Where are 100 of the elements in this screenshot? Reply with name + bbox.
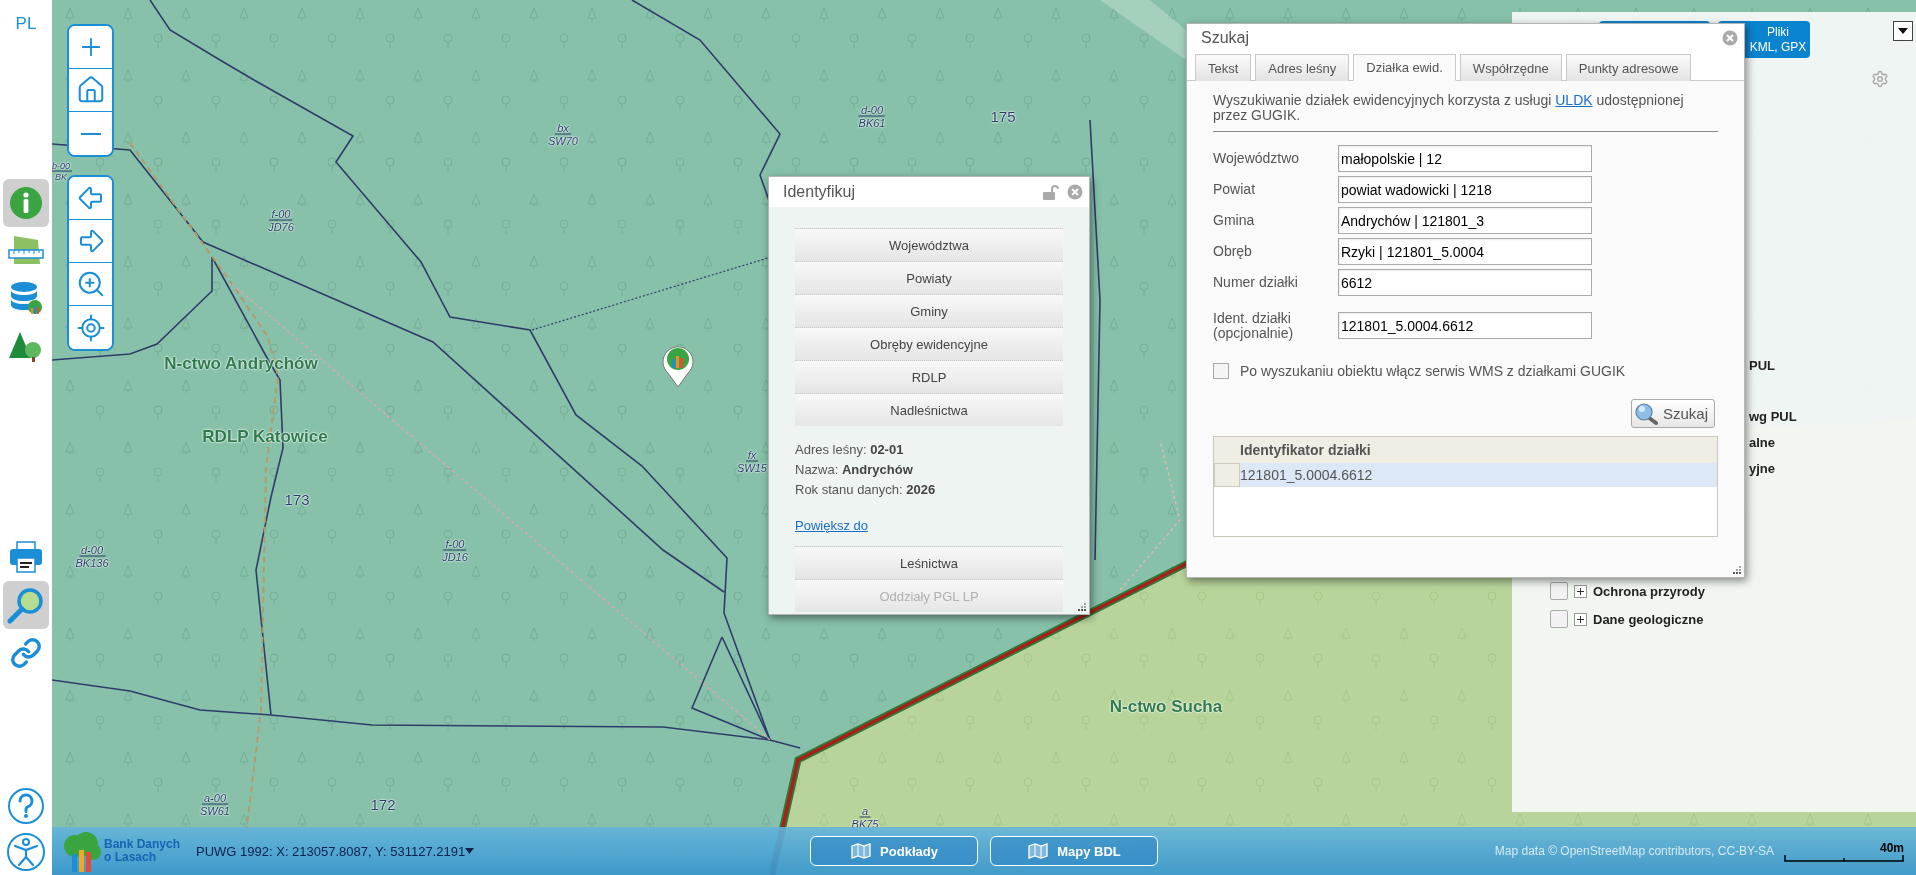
table-cell-text: 121801_5.0004.6612 (1240, 467, 1374, 483)
map-label: SW70 (548, 134, 578, 147)
map-label: a-00 (202, 791, 228, 805)
resize-grip-icon[interactable] (1077, 602, 1087, 612)
map-label: d-00 (859, 103, 885, 117)
map-label: SW15 (737, 461, 767, 474)
tool-button[interactable] (3, 581, 49, 629)
map-label: BK (55, 171, 67, 182)
search-tab[interactable]: Adres leśny (1255, 54, 1350, 81)
info-icon (9, 186, 43, 220)
layer-button[interactable]: Nadleśnictwa (795, 393, 1063, 426)
search-tab[interactable]: Punkty adresowe (1565, 54, 1692, 81)
back-button[interactable] (69, 177, 112, 220)
map-layers-icon (850, 842, 873, 860)
map-label: BK136 (75, 556, 109, 569)
map-label: JD76 (268, 220, 294, 233)
map-label: JD16 (442, 550, 468, 563)
field-label: Województwo (1213, 151, 1301, 166)
link-icon (10, 637, 42, 669)
layer-checkbox[interactable] (1550, 582, 1568, 600)
map-label: d-00 (79, 543, 105, 557)
map-label: BK75 (851, 817, 879, 830)
map-marker-icon[interactable] (661, 344, 695, 388)
close-icon[interactable] (1722, 30, 1738, 46)
search-button[interactable]: Szukaj (1630, 399, 1715, 428)
search-icon (1634, 402, 1659, 425)
field-label: Gmina (1213, 213, 1256, 228)
input-field[interactable]: powiat wadowicki | 1218 (1338, 176, 1592, 203)
search-tab[interactable]: Współrzędne (1459, 54, 1562, 81)
layer-button[interactable]: Województwa (795, 228, 1063, 261)
field-label: Obręb (1213, 244, 1253, 259)
area-label: N-ctwo Sucha (1109, 697, 1223, 717)
layer-button[interactable]: RDLP (795, 360, 1063, 393)
expand-icon[interactable] (1574, 612, 1587, 626)
crosshair-icon (75, 312, 106, 343)
window-title: Identyfikuj (783, 183, 857, 201)
zoom-to-link[interactable]: Powiększ do (795, 518, 868, 533)
result-row[interactable]: 121801_5.0004.6612 (1214, 463, 1717, 487)
intro-text: Wyszukiwanie działek ewidencyjnych korzysta z usługi ULDK udostępnionej przez GUGIK. (1213, 93, 1685, 123)
expand-icon[interactable] (1574, 584, 1587, 598)
layer-checkbox[interactable] (1550, 610, 1568, 628)
layer-name: wg PUL (1749, 408, 1797, 424)
logo-text: Bank Danych o Lasach (104, 838, 181, 864)
search-tab[interactable]: Działka ewid. (1353, 54, 1456, 81)
scale-bar-icon (1784, 854, 1904, 862)
help-icon (7, 787, 45, 825)
wms-checkbox[interactable] (1213, 363, 1229, 379)
attribute-text: Rok stanu danych: 2026 (795, 481, 937, 499)
map-layers-icon (1027, 842, 1050, 860)
accessibility-icon (6, 832, 46, 872)
zoom-in-button[interactable] (69, 26, 112, 69)
input-field[interactable]: 121801_5.0004.6612 (1338, 312, 1592, 339)
parcel-number: 172 (370, 795, 396, 813)
map-label: bx (555, 121, 571, 135)
map-label: a (859, 804, 871, 818)
minus-icon (80, 132, 101, 135)
search-icon (7, 586, 45, 624)
layer-button[interactable]: Leśnictwa (795, 546, 1063, 579)
attribute-text: Adres leśny: 02-01 (795, 441, 905, 459)
window-title: Szukaj (1201, 29, 1251, 47)
caret-icon[interactable] (465, 848, 475, 854)
tool-button[interactable] (3, 179, 49, 227)
column-header: Identyfikator działki (1240, 442, 1372, 458)
map-label: b-00 (52, 160, 72, 172)
map-label: SW61 (200, 804, 230, 817)
parcel-number: 173 (284, 490, 310, 508)
layer-button[interactable]: Gminy (795, 294, 1063, 327)
close-icon[interactable] (1067, 184, 1083, 200)
layer-button[interactable]: Obręby ewidencyjne (795, 327, 1063, 360)
layer-name: alne (1749, 434, 1775, 450)
input-field[interactable]: 6612 (1338, 269, 1592, 296)
map-label: BK61 (858, 116, 886, 129)
input-field[interactable]: małopolskie | 12 (1338, 145, 1592, 172)
printer-icon (9, 541, 43, 573)
unlock-icon[interactable] (1043, 184, 1059, 200)
uldk-link[interactable]: ULDK (1555, 92, 1593, 108)
field-label: Ident. działki (opcjonalnie) (1213, 310, 1295, 341)
search-tab[interactable]: Tekst (1195, 54, 1252, 81)
map-label: f-00 (269, 207, 293, 221)
scale-label: 40m (1879, 840, 1904, 855)
input-field[interactable]: Rzyki | 121801_5.0004 (1338, 238, 1592, 265)
input-field[interactable]: Andrychów | 121801_3 (1338, 207, 1592, 234)
language-link[interactable]: PL (15, 12, 37, 36)
coordinates-text: PUWG 1992: X: 213057.8087, Y: 531127.2191 (196, 843, 466, 859)
layer-button[interactable]: Powiaty (795, 261, 1063, 294)
database-icon (9, 281, 43, 317)
settings-icon[interactable] (1871, 70, 1889, 88)
field-label: Numer działki (1213, 275, 1299, 290)
checkbox-label: Po wyszukaniu obiektu włącz serwis WMS z działkami GUGIK (1240, 363, 1626, 379)
resize-grip-icon[interactable] (1732, 565, 1742, 575)
layer-name: yjne (1749, 460, 1775, 476)
layer-name: Dane geologiczne (1593, 611, 1704, 627)
attribute-text: Nazwa: Andrychów (795, 461, 914, 479)
dropdown-button[interactable] (1893, 21, 1913, 41)
layer-name: Ochrona przyrody (1593, 583, 1705, 599)
map-label: fx (745, 448, 759, 462)
map-label: f-00 (443, 537, 467, 551)
layer-name: PUL (1749, 357, 1775, 373)
caret-icon (1898, 28, 1908, 34)
field-label: Powiat (1213, 182, 1257, 197)
